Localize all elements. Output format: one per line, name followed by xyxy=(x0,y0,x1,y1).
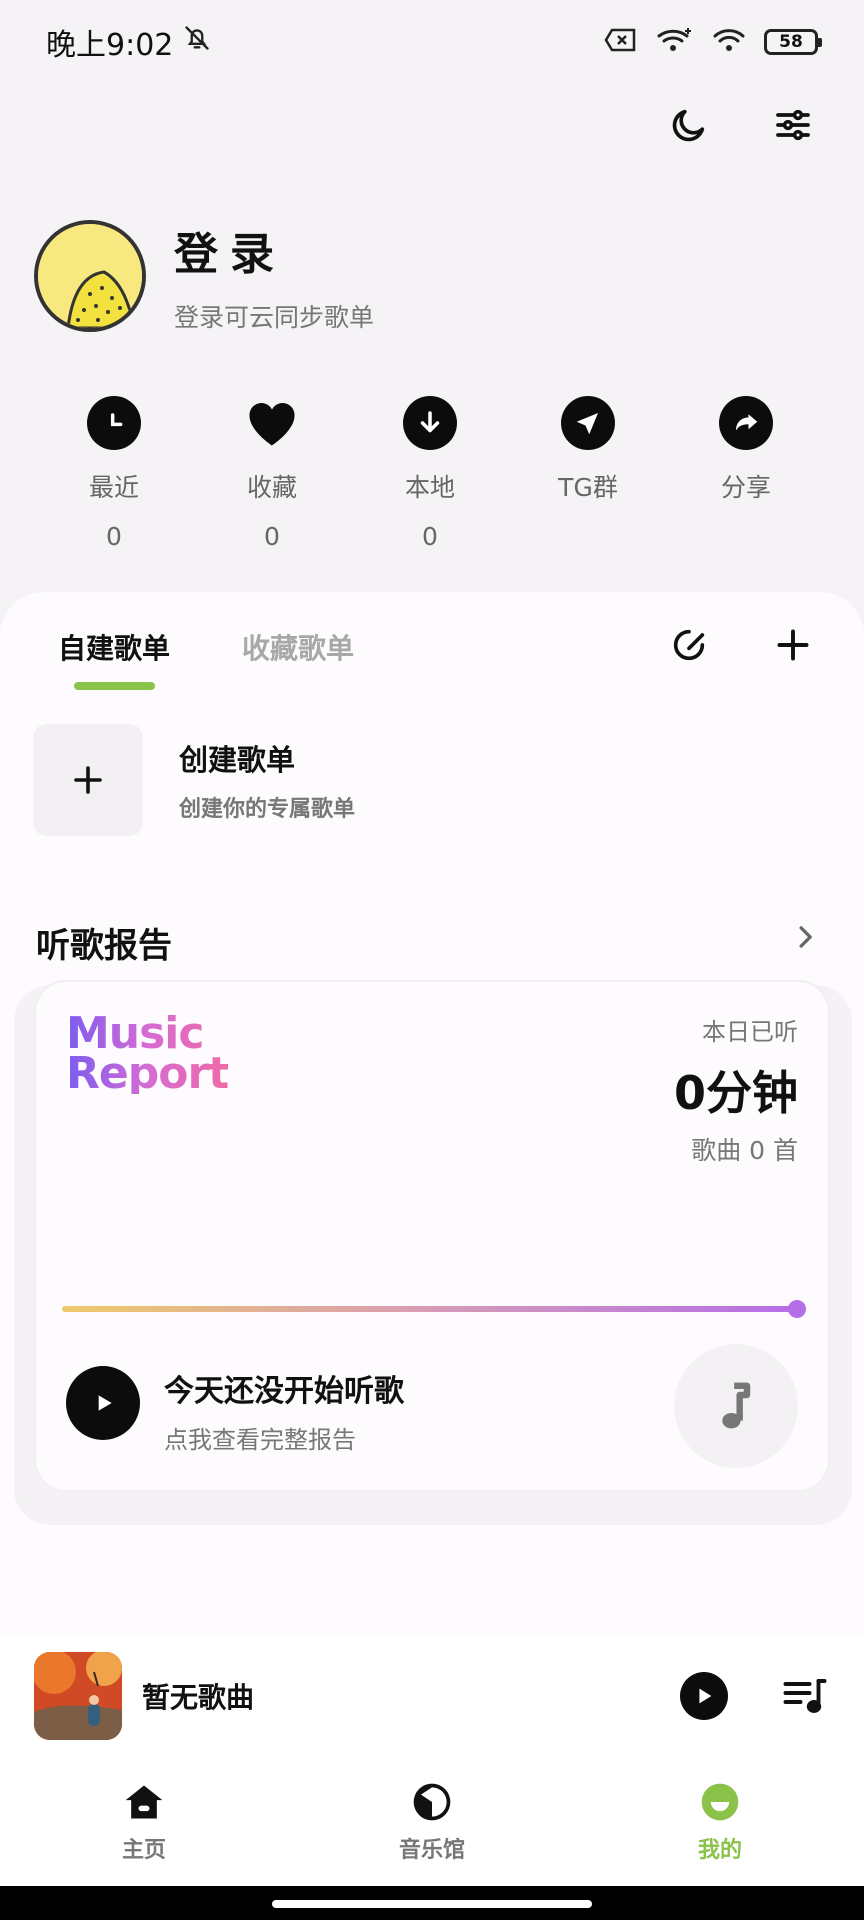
home-icon xyxy=(122,1780,166,1824)
profile-name[interactable]: 登录 xyxy=(174,218,374,282)
quick-count: 0 xyxy=(264,522,280,551)
play-icon xyxy=(699,1688,712,1704)
nav-label: 主页 xyxy=(121,1838,166,1863)
status-right: 58 xyxy=(604,26,822,58)
create-playlist-title: 创建歌单 xyxy=(179,743,296,777)
quick-count: 0 xyxy=(106,522,122,551)
gesture-bar xyxy=(0,1886,864,1920)
quick-item-favorites[interactable]: 收藏 0 xyxy=(193,396,351,551)
tab-actions xyxy=(664,620,818,670)
playlist-queue-icon[interactable] xyxy=(780,1671,830,1721)
nav-label: 我的 xyxy=(697,1838,742,1863)
heart-icon xyxy=(245,396,299,450)
edit-icon[interactable] xyxy=(664,620,714,670)
quick-actions-row: 最近 0 收藏 0 本地 0 TG群 分享 xyxy=(35,396,855,551)
nav-label: 音乐馆 xyxy=(398,1838,465,1863)
today-value: 0分钟 xyxy=(673,1066,798,1120)
quick-item-share[interactable]: 分享 xyxy=(667,396,825,551)
sim-off-icon xyxy=(604,27,638,57)
nav-home[interactable]: 主页 xyxy=(0,1754,288,1886)
create-playlist-subtitle: 创建你的专属歌单 xyxy=(179,797,356,822)
song-count: 歌曲 0 首 xyxy=(691,1136,798,1165)
moon-icon[interactable] xyxy=(664,100,714,150)
report-progress-bar xyxy=(62,1300,806,1318)
status-time: 晚上9:02 xyxy=(46,28,174,63)
progress-knob xyxy=(788,1300,806,1318)
report-message-subtitle: 点我查看完整报告 xyxy=(164,1426,356,1454)
report-play-button[interactable] xyxy=(66,1366,140,1440)
report-section-title: 听歌报告 xyxy=(36,926,172,966)
status-bar: 晚上9:02 58 xyxy=(0,0,864,84)
nav-music-hall[interactable]: 音乐馆 xyxy=(288,1754,576,1886)
telegram-icon xyxy=(561,396,615,450)
chevron-right-icon[interactable] xyxy=(790,922,820,952)
music-report-logo: Music Report xyxy=(66,1014,228,1094)
profile-text: 登录 登录可云同步歌单 xyxy=(174,218,374,334)
tab-collected-playlists[interactable]: 收藏歌单 xyxy=(242,627,354,667)
quick-label: 最近 xyxy=(88,473,139,502)
report-card[interactable]: Music Report 本日已听 0分钟 歌曲 0 首 今天还没开始听歌 点我… xyxy=(36,982,828,1490)
music-hall-icon xyxy=(410,1780,454,1824)
today-label: 本日已听 xyxy=(702,1018,798,1046)
mini-player[interactable]: 暂无歌曲 xyxy=(0,1638,864,1754)
play-icon xyxy=(98,1395,112,1411)
clock-icon xyxy=(87,396,141,450)
wifi-secondary-icon xyxy=(712,26,746,58)
create-playlist-text: 创建歌单 创建你的专属歌单 xyxy=(179,737,355,823)
settings-sliders-icon[interactable] xyxy=(768,100,818,150)
create-playlist-thumb[interactable] xyxy=(33,724,143,836)
mini-player-title[interactable]: 暂无歌曲 xyxy=(142,1676,680,1716)
download-icon xyxy=(403,396,457,450)
mini-play-button[interactable] xyxy=(680,1672,728,1720)
add-icon[interactable] xyxy=(768,620,818,670)
status-left: 晚上9:02 xyxy=(46,20,211,64)
album-cover[interactable] xyxy=(34,1652,122,1740)
quick-item-telegram[interactable]: TG群 xyxy=(509,396,667,551)
top-actions xyxy=(664,100,818,150)
quick-label: 分享 xyxy=(720,473,771,502)
profile-header[interactable]: 登录 登录可云同步歌单 xyxy=(34,218,374,334)
share-icon xyxy=(719,396,773,450)
wifi-icon xyxy=(656,26,694,58)
profile-subtitle: 登录可云同步歌单 xyxy=(174,303,375,332)
report-message-title: 今天还没开始听歌 xyxy=(164,1374,404,1409)
logo-line2: Report xyxy=(66,1048,229,1099)
profile-icon xyxy=(698,1780,742,1824)
bell-off-icon xyxy=(183,24,211,60)
battery-icon: 58 xyxy=(764,29,822,55)
playlist-tabs: 自建歌单 收藏歌单 xyxy=(58,627,354,667)
report-message[interactable]: 今天还没开始听歌 点我查看完整报告 xyxy=(164,1366,404,1455)
quick-item-local[interactable]: 本地 0 xyxy=(351,396,509,551)
tab-my-playlists[interactable]: 自建歌单 xyxy=(58,627,170,667)
quick-label: TG群 xyxy=(558,473,618,502)
home-indicator[interactable] xyxy=(272,1900,592,1908)
quick-label: 本地 xyxy=(404,473,455,502)
report-stats: 本日已听 0分钟 歌曲 0 首 xyxy=(674,1012,798,1167)
quick-count: 0 xyxy=(422,522,438,551)
tab-indicator xyxy=(74,682,155,690)
quick-item-recent[interactable]: 最近 0 xyxy=(35,396,193,551)
quick-label: 收藏 xyxy=(246,473,297,502)
avatar[interactable] xyxy=(34,220,146,332)
bottom-nav: 主页 音乐馆 我的 xyxy=(0,1754,864,1886)
music-note-icon xyxy=(674,1344,798,1468)
nav-mine[interactable]: 我的 xyxy=(576,1754,864,1886)
plus-icon xyxy=(74,766,102,794)
create-playlist-row[interactable]: 创建歌单 创建你的专属歌单 xyxy=(33,724,355,836)
